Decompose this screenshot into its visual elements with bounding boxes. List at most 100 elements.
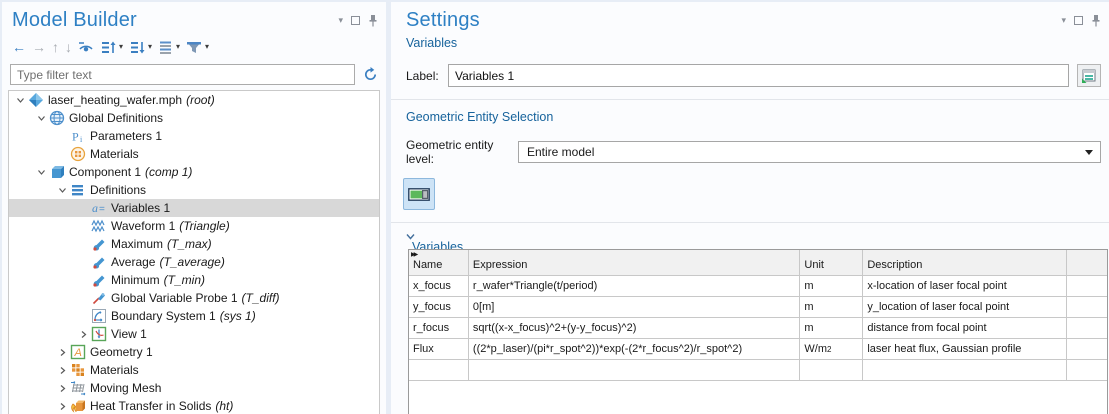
column-header-extra[interactable] (1067, 250, 1107, 275)
move-down-button[interactable]: ↓ (65, 40, 72, 55)
tree-item-view-1[interactable]: View 1 (9, 325, 379, 343)
chevron-down-icon[interactable]: ▾ (119, 43, 123, 51)
probe-icon (90, 254, 107, 270)
tree-item-minimum[interactable]: Minimum(T_min) (9, 271, 379, 289)
name-cell[interactable] (409, 360, 469, 380)
tree-item-moving-mesh[interactable]: Moving Mesh (9, 379, 379, 397)
name-cell[interactable]: Flux (409, 339, 469, 359)
heat-transfer-icon (69, 398, 86, 414)
nav-back-icon: ← (12, 40, 26, 55)
column-header-description[interactable]: Description (863, 250, 1067, 275)
table-row: r_focussqrt((x-x_focus)^2+(y-y_focus)^2)… (409, 318, 1107, 339)
collapse-caret-icon[interactable]: ▾ (1061, 16, 1066, 25)
expand-arrow-icon[interactable] (34, 114, 48, 123)
nav-forward-button[interactable]: → (32, 40, 46, 55)
view-icon (90, 326, 107, 342)
collapse-arrow-icon[interactable] (55, 348, 69, 357)
tree-item-maximum[interactable]: Maximum(T_max) (9, 235, 379, 253)
tree-item-parameters-1[interactable]: PiParameters 1 (9, 127, 379, 145)
collapse-arrow-icon[interactable] (76, 330, 90, 339)
label-field-label: Label: (406, 69, 448, 83)
expand-arrow-icon[interactable] (55, 186, 69, 195)
tree-item-variables-1[interactable]: a=Variables 1 (9, 199, 379, 217)
model-tree-display-button[interactable]: ▾ (158, 40, 180, 55)
extra-cell[interactable] (1067, 276, 1107, 296)
tree-item-boundary-system-1[interactable]: Boundary System 1(sys 1) (9, 307, 379, 325)
pin-icon[interactable] (1091, 14, 1101, 27)
expand-arrow-icon[interactable] (13, 96, 27, 105)
tree-item-materials[interactable]: Materials (9, 145, 379, 163)
float-icon[interactable] (1074, 16, 1083, 25)
unit-cell[interactable]: m (800, 297, 863, 317)
show-eye-button[interactable] (78, 40, 94, 54)
collapse-caret-icon[interactable]: ▾ (338, 16, 343, 25)
component-cube-icon (48, 164, 65, 180)
unit-cell[interactable]: m (800, 276, 863, 296)
show-more-options-icon[interactable] (1077, 64, 1101, 87)
extra-cell[interactable] (1067, 297, 1107, 317)
label-input[interactable] (448, 64, 1069, 87)
expand-all-button[interactable]: ▾ (100, 40, 123, 55)
extra-cell[interactable] (1067, 360, 1107, 380)
tree-filter-input[interactable] (10, 64, 355, 85)
description-cell[interactable]: y_location of laser focal point (863, 297, 1067, 317)
name-cell[interactable]: x_focus (409, 276, 469, 296)
expression-cell[interactable]: sqrt((x-x_focus)^2+(y-y_focus)^2) (469, 318, 801, 338)
move-up-button[interactable]: ↑ (52, 40, 59, 55)
move-down-icon: ↓ (65, 40, 72, 55)
tree-item-laser-heating-wafer-mph[interactable]: laser_heating_wafer.mph(root) (9, 91, 379, 109)
description-cell[interactable]: laser heat flux, Gaussian profile (863, 339, 1067, 359)
refresh-icon[interactable] (363, 67, 378, 82)
collapse-all-button[interactable]: ▾ (129, 40, 152, 55)
tree-item-materials[interactable]: Materials (9, 361, 379, 379)
tree-item-geometry-1[interactable]: AGeometry 1 (9, 343, 379, 361)
description-cell[interactable] (863, 360, 1067, 380)
tree-item-component-1[interactable]: Component 1(comp 1) (9, 163, 379, 181)
geometric-entity-level-dropdown[interactable]: Entire model (518, 141, 1101, 163)
pin-icon[interactable] (368, 14, 378, 27)
column-header-expression[interactable]: Expression (469, 250, 801, 275)
description-cell[interactable]: distance from focal point (863, 318, 1067, 338)
collapse-arrow-icon[interactable] (55, 366, 69, 375)
tree-item-label: Global Definitions (69, 111, 163, 125)
expand-arrow-icon[interactable] (34, 168, 48, 177)
unit-cell[interactable]: m (800, 318, 863, 338)
float-icon[interactable] (351, 16, 360, 25)
active-selection-toggle-button[interactable] (403, 178, 435, 210)
tree-item-global-variable-probe-1[interactable]: Global Variable Probe 1(T_diff) (9, 289, 379, 307)
column-header-name[interactable]: Name▶▶ (409, 250, 469, 275)
nav-forward-icon: → (32, 40, 46, 55)
filter-funnel-button[interactable]: ▾ (186, 40, 209, 55)
chevron-down-icon[interactable]: ▾ (176, 43, 180, 51)
column-header-unit[interactable]: Unit (800, 250, 863, 275)
nav-back-button[interactable]: ← (12, 40, 26, 55)
svg-text:A: A (73, 347, 81, 359)
description-cell[interactable]: x-location of laser focal point (863, 276, 1067, 296)
settings-title: Settings (406, 9, 480, 31)
chevron-down-icon[interactable]: ▾ (205, 43, 209, 51)
tree-item-heat-transfer-in-solids[interactable]: Heat Transfer in Solids(ht) (9, 397, 379, 414)
row-marker-icon: ▶▶ (411, 251, 416, 258)
tree-item-average[interactable]: Average(T_average) (9, 253, 379, 271)
extra-cell[interactable] (1067, 318, 1107, 338)
tree-item-global-definitions[interactable]: Global Definitions (9, 109, 379, 127)
collapse-arrow-icon[interactable] (55, 402, 69, 411)
expression-cell[interactable] (469, 360, 801, 380)
name-cell[interactable]: y_focus (409, 297, 469, 317)
unit-cell[interactable] (800, 360, 863, 380)
filter-funnel-icon (186, 40, 202, 55)
settings-subtitle: Variables (391, 34, 1109, 50)
tree-item-waveform-1[interactable]: Waveform 1(Triangle) (9, 217, 379, 235)
unit-cell[interactable]: W/m2 (800, 339, 863, 359)
model-builder-toolbar: ← → ↑ ↓ ▾ ▾ ▾ ▾ (2, 34, 386, 58)
collapse-arrow-icon[interactable] (55, 384, 69, 393)
extra-cell[interactable] (1067, 339, 1107, 359)
tree-item-definitions[interactable]: Definitions (9, 181, 379, 199)
model-tree-display-icon (158, 40, 173, 55)
expression-cell[interactable]: r_wafer*Triangle(t/period) (469, 276, 801, 296)
expression-cell[interactable]: 0[m] (469, 297, 801, 317)
name-cell[interactable]: r_focus (409, 318, 469, 338)
chevron-down-icon[interactable]: ▾ (148, 43, 152, 51)
expression-cell[interactable]: ((2*p_laser)/(pi*r_spot^2))*exp(-(2*r_fo… (469, 339, 801, 359)
tree-item-label: Variables 1 (111, 201, 170, 215)
